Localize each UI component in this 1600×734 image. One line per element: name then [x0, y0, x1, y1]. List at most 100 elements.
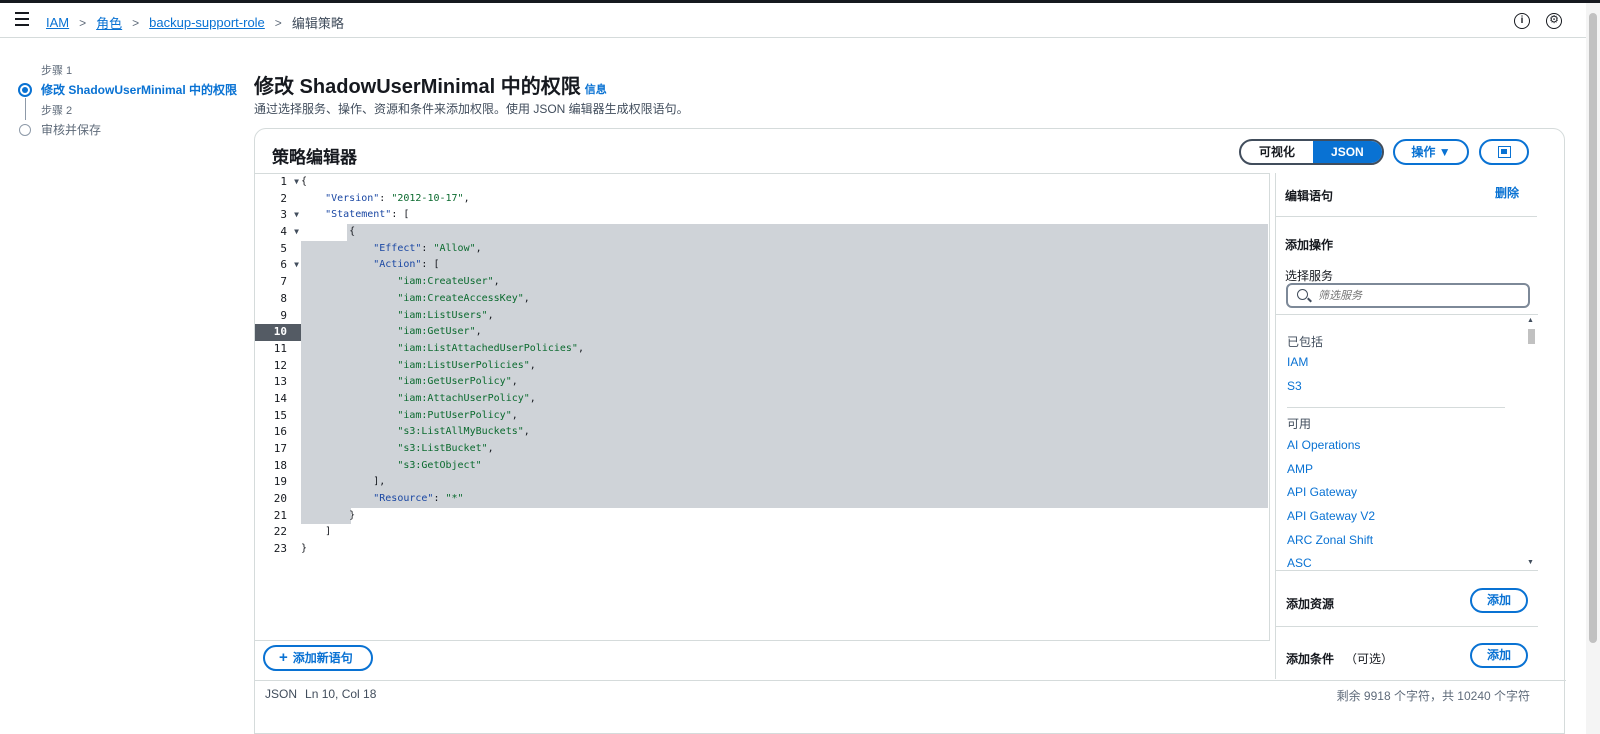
line-number: 1 ▼: [255, 174, 301, 191]
line-number-text: 1: [280, 175, 287, 188]
service-list-scrollbar[interactable]: ▲ ▼: [1526, 317, 1536, 569]
add-statement-label: 添加新语句: [292, 651, 353, 665]
service-search-input[interactable]: [1318, 287, 1518, 304]
code-line[interactable]: "Version": "2012-10-17",: [301, 191, 1269, 208]
code-line[interactable]: "iam:ListUsers",: [301, 308, 1269, 325]
code-line[interactable]: {: [301, 224, 1269, 241]
code-line[interactable]: "s3:ListAllMyBuckets",: [301, 424, 1269, 441]
code-line[interactable]: "iam:ListAttachedUserPolicies",: [301, 341, 1269, 358]
service-search-field[interactable]: [1286, 283, 1530, 308]
breadcrumb-iam[interactable]: IAM: [46, 15, 69, 30]
service-item[interactable]: ASC: [1287, 556, 1312, 570]
json-code-editor[interactable]: 1 ▼ 2 3 ▼ 4 ▼ 5 6 ▼ 7 8 9 10 11 12 13 14 15 16 17 18 19 20 21 22 2…: [255, 173, 1270, 641]
info-link[interactable]: 信息: [585, 84, 607, 96]
fullscreen-button[interactable]: [1479, 139, 1529, 165]
breadcrumb-current: 编辑策略: [291, 16, 344, 31]
line-number-text: 17: [273, 442, 287, 455]
scroll-down-icon[interactable]: ▼: [1527, 559, 1534, 566]
line-number: 19: [255, 474, 301, 491]
line-number-text: 11: [273, 341, 287, 355]
line-number: 8: [255, 291, 301, 308]
line-number: 13: [255, 374, 301, 391]
service-list[interactable]: 已包括 IAM S3 可用 AI Operations AMP API Gate…: [1276, 314, 1538, 571]
add-resource-button[interactable]: 添加: [1470, 588, 1528, 613]
step-connector: [25, 98, 26, 120]
step-1-label[interactable]: 修改 ShadowUserMinimal 中的权限: [41, 81, 237, 98]
line-number: 23: [255, 541, 301, 558]
code-line[interactable]: "Effect": "Allow",: [301, 241, 1269, 258]
page-title: 修改 ShadowUserMinimal 中的权限 信息: [254, 70, 607, 99]
service-item[interactable]: S3: [1287, 379, 1302, 393]
code-content[interactable]: { "Version": "2012-10-17", "Statement": …: [301, 174, 1269, 558]
edit-statement-section: 编辑语句 删除: [1276, 173, 1537, 217]
code-line[interactable]: ],: [301, 474, 1269, 491]
breadcrumb: IAM > 角色 > backup-support-role > 编辑策略: [46, 13, 344, 32]
step-1-number: 步骤 1: [41, 65, 73, 77]
line-number-text: 21: [273, 508, 287, 522]
json-mode-button[interactable]: JSON: [1313, 141, 1382, 163]
fold-arrow-icon[interactable]: ▼: [294, 257, 299, 274]
service-item[interactable]: IAM: [1287, 355, 1308, 369]
service-item[interactable]: AMP: [1287, 462, 1313, 476]
actions-dropdown-button[interactable]: 操作 ▼: [1393, 139, 1469, 165]
service-list-scrollbar-thumb[interactable]: [1528, 329, 1535, 344]
line-number-text: 12: [273, 358, 287, 372]
code-line[interactable]: "s3:ListBucket",: [301, 441, 1269, 458]
fold-arrow-icon[interactable]: ▼: [294, 224, 299, 241]
line-number: 2: [255, 191, 301, 208]
code-line[interactable]: }: [301, 541, 1269, 558]
line-number-text: 4: [280, 225, 287, 239]
code-line[interactable]: "iam:GetUser",: [301, 324, 1269, 341]
settings-icon[interactable]: ⚙: [1546, 13, 1562, 29]
line-number: 20: [255, 491, 301, 508]
line-number: 16: [255, 424, 301, 441]
line-number-text: 2: [280, 191, 287, 205]
code-line[interactable]: ]: [301, 524, 1269, 541]
line-number: 4 ▼: [255, 224, 301, 241]
page-scrollbar-thumb[interactable]: [1589, 13, 1597, 643]
code-line[interactable]: "iam:AttachUserPolicy",: [301, 391, 1269, 408]
visual-mode-button[interactable]: 可视化: [1241, 141, 1313, 163]
add-statement-button[interactable]: + 添加新语句: [263, 645, 373, 671]
code-line[interactable]: "iam:CreateAccessKey",: [301, 291, 1269, 308]
code-line[interactable]: "Resource": "*": [301, 491, 1269, 508]
menu-icon[interactable]: [15, 12, 31, 28]
service-item[interactable]: ARC Zonal Shift: [1287, 533, 1373, 547]
code-line[interactable]: "iam:ListUserPolicies",: [301, 358, 1269, 375]
line-number-text: 8: [280, 291, 287, 305]
code-line[interactable]: "iam:PutUserPolicy",: [301, 408, 1269, 425]
group-divider: [1287, 407, 1505, 408]
service-item[interactable]: AI Operations: [1287, 438, 1360, 452]
line-number: 18: [255, 458, 301, 475]
code-line[interactable]: "Statement": [: [301, 207, 1269, 224]
code-line[interactable]: "s3:GetObject": [301, 458, 1269, 475]
code-line[interactable]: "Action": [: [301, 257, 1269, 274]
line-number-text: 20: [273, 492, 287, 506]
fold-arrow-icon[interactable]: ▼: [294, 207, 299, 224]
policy-editor-panel: 策略编辑器 可视化 JSON 操作 ▼ 1 ▼ 2 3 ▼ 4 ▼ 5 6 ▼ 7 8 9 10 11 12 1…: [254, 128, 1566, 734]
line-number: 5: [255, 241, 301, 258]
panel-title: 策略编辑器: [272, 148, 357, 167]
line-number-text: 16: [273, 425, 287, 439]
code-line[interactable]: "iam:CreateUser",: [301, 274, 1269, 291]
add-condition-heading: 添加条件: [1286, 652, 1335, 666]
breadcrumb-roles[interactable]: 角色: [96, 13, 122, 32]
breadcrumb-role[interactable]: backup-support-role: [149, 15, 265, 30]
info-icon[interactable]: i: [1514, 13, 1530, 29]
add-condition-button[interactable]: 添加: [1470, 643, 1528, 668]
fold-arrow-icon[interactable]: ▼: [294, 174, 299, 191]
delete-statement-link[interactable]: 删除: [1495, 184, 1519, 201]
code-line[interactable]: }: [301, 508, 1269, 525]
line-number: 15: [255, 408, 301, 425]
scroll-up-icon[interactable]: ▲: [1527, 317, 1534, 324]
editor-mode-toggle: 可视化 JSON: [1239, 139, 1384, 165]
page-scrollbar[interactable]: [1586, 3, 1600, 734]
included-group-label: 已包括: [1287, 335, 1324, 349]
code-line[interactable]: {: [301, 174, 1269, 191]
editor-mode-label: JSON: [265, 687, 298, 701]
service-item[interactable]: API Gateway: [1287, 485, 1357, 499]
service-item[interactable]: API Gateway V2: [1287, 509, 1375, 523]
code-line[interactable]: "iam:GetUserPolicy",: [301, 374, 1269, 391]
line-number-text: 19: [273, 475, 287, 489]
line-number: 12: [255, 358, 301, 375]
